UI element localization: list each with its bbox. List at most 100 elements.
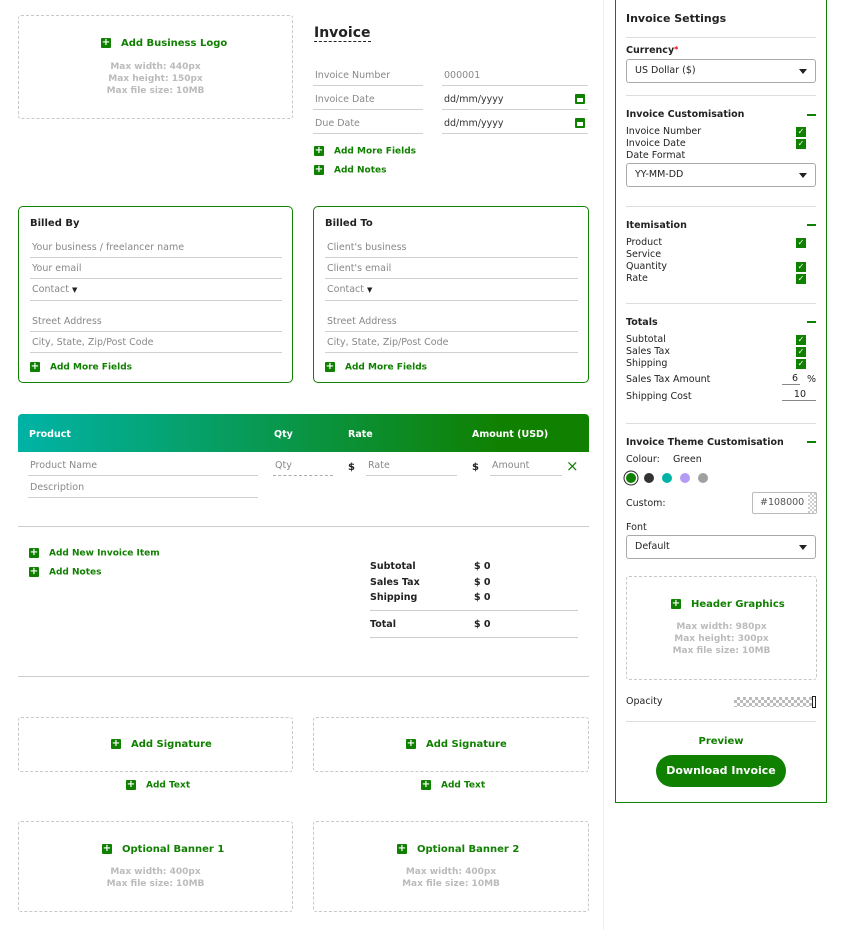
total-value: $ 0	[474, 619, 491, 630]
billed-by-title: Billed By	[30, 218, 80, 229]
font-select[interactable]: Default	[626, 535, 816, 559]
download-invoice-button[interactable]: Download Invoice	[656, 755, 786, 787]
toggle-product-label: Product	[626, 237, 663, 248]
billed-to-name-input[interactable]: Client's business	[325, 238, 578, 258]
settings-panel: Invoice Settings Currency* US Dollar ($)…	[615, 0, 827, 803]
collapse-icon[interactable]	[807, 114, 816, 116]
colour-swatch[interactable]	[662, 473, 672, 483]
sales-tax-amount-input[interactable]: 6	[782, 373, 800, 385]
caret-down-icon	[799, 173, 807, 178]
total-label: Total	[370, 619, 396, 630]
billed-to-email-input[interactable]: Client's email	[325, 259, 578, 279]
calendar-icon[interactable]	[575, 118, 585, 128]
billed-by-contact-select[interactable]: Contact ▼	[30, 280, 282, 301]
calendar-icon[interactable]	[575, 94, 585, 104]
due-date-label: Due Date	[313, 114, 423, 134]
logo-upload[interactable]: + Add Business Logo Max width: 440px Max …	[18, 15, 293, 119]
toggle-rate-checkbox[interactable]: ✓	[796, 274, 806, 284]
plus-icon: +	[397, 843, 407, 854]
billed-to-title: Billed To	[325, 218, 373, 229]
toggle-sales-tax-label: Sales Tax	[626, 346, 670, 357]
signature-upload-2[interactable]: + Add Signature	[313, 717, 589, 772]
billed-by-email-input[interactable]: Your email	[30, 259, 282, 279]
toggle-shipping-checkbox[interactable]: ✓	[796, 359, 806, 369]
signature-upload-1[interactable]: + Add Signature	[18, 717, 293, 772]
date-format-value: YY-MM-DD	[635, 169, 684, 180]
toggle-quantity-checkbox[interactable]: ✓	[796, 262, 806, 272]
colour-swatch[interactable]	[680, 473, 690, 483]
item-product-input[interactable]: Product Name	[28, 456, 258, 476]
colour-swatch[interactable]	[626, 473, 636, 483]
add-item-label: Add New Invoice Item	[49, 548, 160, 559]
percent-unit: %	[807, 374, 817, 385]
shipping-cost-input[interactable]: 10	[782, 389, 816, 401]
toggle-subtotal-checkbox[interactable]: ✓	[796, 335, 806, 345]
invoice-date-field[interactable]: dd/mm/yyyy	[442, 90, 588, 110]
toggle-quantity-label: Quantity	[626, 261, 668, 272]
currency-label-text: Currency	[626, 45, 675, 56]
colour-swatch[interactable]	[644, 473, 654, 483]
billed-to-city-input[interactable]: City, State, Zip/Post Code	[325, 333, 578, 353]
font-label: Font	[626, 522, 647, 533]
item-description-input[interactable]: Description	[28, 478, 258, 498]
amount-currency-symbol: $	[472, 462, 479, 473]
colour-swatch[interactable]	[698, 473, 708, 483]
collapse-icon[interactable]	[807, 441, 816, 443]
add-notes-link[interactable]: + Add Notes	[29, 567, 101, 578]
subtotal-value: $ 0	[474, 561, 491, 572]
signature-add-text-1[interactable]: + Add Text	[126, 780, 190, 791]
header-graphics-upload[interactable]: + Header Graphics Max width: 980px Max he…	[626, 576, 817, 680]
plus-icon: +	[126, 779, 136, 790]
add-notes-label: Add Notes	[49, 567, 102, 578]
contact-label: Contact	[32, 284, 69, 295]
item-qty-input[interactable]: Qty	[273, 456, 333, 476]
divider	[626, 206, 816, 207]
date-format-select[interactable]: YY-MM-DD	[626, 163, 816, 187]
opacity-slider-handle[interactable]	[812, 696, 816, 708]
billed-by-city-input[interactable]: City, State, Zip/Post Code	[30, 333, 282, 353]
invoice-number-field[interactable]: 000001	[442, 66, 588, 86]
invoice-document: + Add Business Logo Max width: 440px Max …	[0, 0, 604, 930]
toggle-shipping-label: Shipping	[626, 358, 668, 369]
collapse-icon[interactable]	[807, 321, 816, 323]
invoice-add-more-fields[interactable]: + Add More Fields	[314, 146, 416, 157]
sales-tax-amount-label: Sales Tax Amount	[626, 374, 711, 385]
col-rate: Rate	[348, 429, 373, 440]
optional-banner-1[interactable]: + Optional Banner 1 Max width: 400px Max …	[18, 821, 293, 912]
currency-select[interactable]: US Dollar ($)	[626, 59, 816, 83]
opacity-slider[interactable]	[734, 696, 816, 708]
divider	[18, 676, 589, 677]
remove-item-icon[interactable]: ×	[566, 459, 579, 474]
plus-icon: +	[314, 164, 324, 175]
caret-down-icon	[799, 545, 807, 550]
toggle-invoice-date-checkbox[interactable]: ✓	[796, 139, 806, 149]
billed-to-street-input[interactable]: Street Address	[325, 312, 578, 332]
toggle-service-checkbox[interactable]	[796, 250, 806, 260]
font-value: Default	[635, 541, 670, 552]
banner-max-size: Max file size: 10MB	[106, 879, 205, 889]
rate-currency-symbol: $	[348, 462, 355, 473]
add-new-invoice-item[interactable]: + Add New Invoice Item	[29, 548, 160, 559]
optional-banner-2[interactable]: + Optional Banner 2 Max width: 400px Max …	[313, 821, 589, 912]
item-rate-input[interactable]: Rate	[366, 456, 457, 476]
opacity-label: Opacity	[626, 696, 663, 707]
totals-title: Totals	[626, 317, 658, 328]
billed-by-name-input[interactable]: Your business / freelancer name	[30, 238, 282, 258]
plus-icon: +	[29, 547, 39, 558]
sales-tax-label: Sales Tax	[370, 577, 420, 588]
signature-add-text-2[interactable]: + Add Text	[421, 780, 485, 791]
toggle-product-checkbox[interactable]: ✓	[796, 238, 806, 248]
custom-colour-input[interactable]: #108000	[752, 492, 817, 514]
billed-to-add-more[interactable]: + Add More Fields	[325, 362, 427, 373]
invoice-title[interactable]: Invoice	[314, 25, 371, 42]
preview-link[interactable]: Preview	[616, 736, 826, 747]
toggle-invoice-number-checkbox[interactable]: ✓	[796, 127, 806, 137]
invoice-add-notes[interactable]: + Add Notes	[314, 165, 386, 176]
billed-to-contact-select[interactable]: Contact ▼	[325, 280, 578, 301]
billed-by-add-more[interactable]: + Add More Fields	[30, 362, 132, 373]
custom-colour-value: #108000	[760, 497, 805, 508]
billed-by-street-input[interactable]: Street Address	[30, 312, 282, 332]
due-date-field[interactable]: dd/mm/yyyy	[442, 114, 588, 134]
collapse-icon[interactable]	[807, 224, 816, 226]
toggle-sales-tax-checkbox[interactable]: ✓	[796, 347, 806, 357]
